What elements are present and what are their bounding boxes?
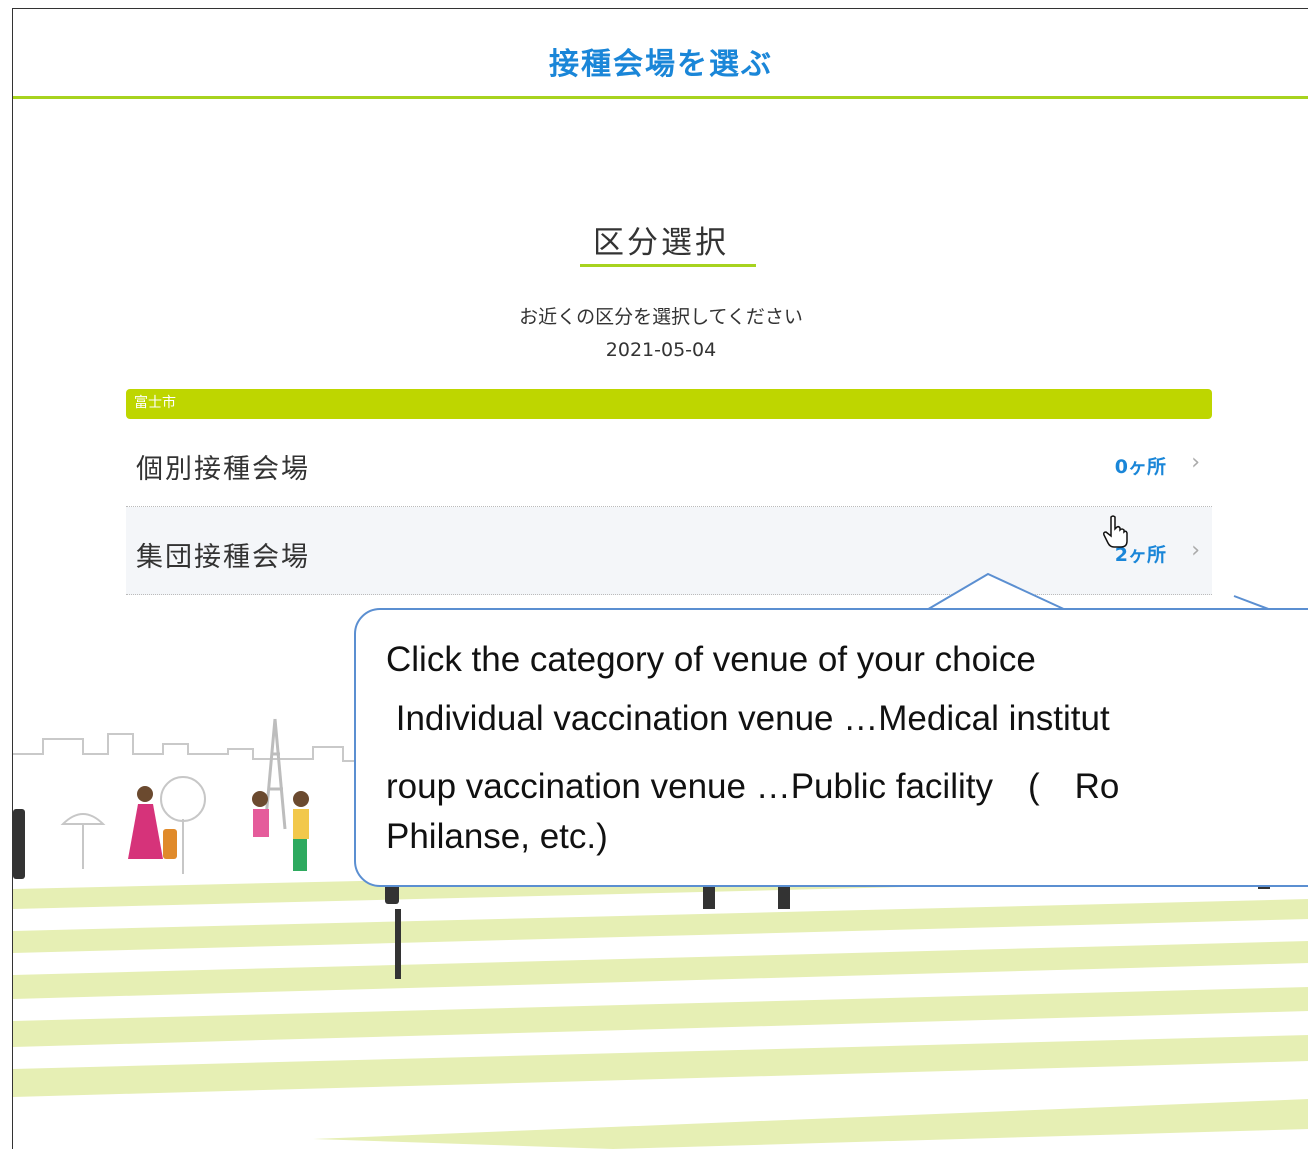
category-row-group[interactable]: 集団接種会場 2ヶ所 ›	[126, 507, 1212, 595]
date-text: 2021-05-04	[605, 339, 717, 361]
category-label: 個別接種会場	[136, 454, 310, 485]
venue-count: 0ヶ所	[1114, 456, 1166, 478]
city-name: 富士市	[134, 395, 176, 411]
callout-line-3: roup vaccination venue …Public facility …	[386, 767, 1120, 806]
app-frame: 接種会場を選ぶ 区分選択 お近くの区分を選択してください 2021-05-04 …	[12, 8, 1308, 1149]
callout-line-1: Click the category of venue of your choi…	[386, 640, 1036, 679]
category-label: 集団接種会場	[136, 542, 310, 573]
chevron-right-icon: ›	[1191, 538, 1200, 563]
chevron-right-icon: ›	[1191, 450, 1200, 475]
callout-line-2: Individual vaccination venue …Medical in…	[386, 699, 1110, 738]
callout-line-4: Philanse, etc.)	[386, 817, 608, 856]
page-header: 接種会場を選ぶ	[13, 9, 1308, 99]
category-row-individual[interactable]: 個別接種会場 0ヶ所 ›	[126, 419, 1212, 507]
section-title: 区分選択	[593, 225, 729, 261]
instruction-callout: Click the category of venue of your choi…	[354, 608, 1308, 887]
page-title: 接種会場を選ぶ	[549, 47, 773, 82]
hand-pointer-icon	[1103, 515, 1128, 548]
instruction-text: お近くの区分を選択してください	[519, 306, 803, 328]
city-header-bar: 富士市	[126, 389, 1212, 419]
title-underline	[580, 264, 756, 267]
